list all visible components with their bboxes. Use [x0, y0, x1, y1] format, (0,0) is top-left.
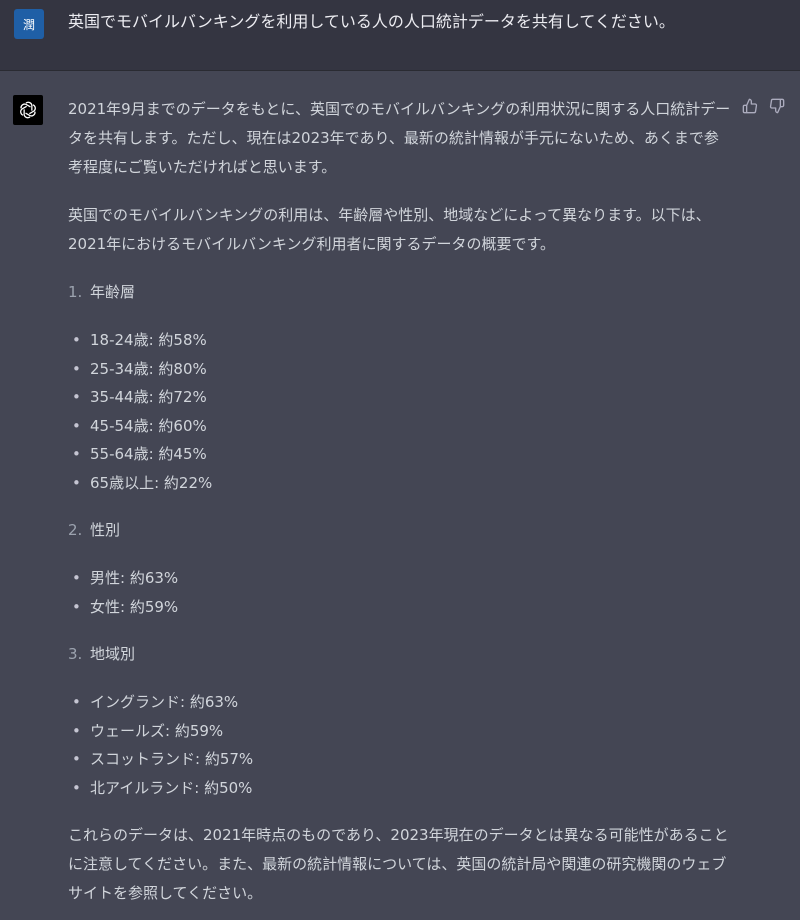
bullet-icon: • — [72, 569, 81, 587]
section-heading: 1. 年齢層 — [68, 278, 732, 307]
section-number: 1. — [68, 283, 83, 301]
list-item: • 北アイルランド: 約50% — [68, 774, 732, 803]
bullet-icon: • — [72, 721, 81, 740]
list-item: • 男性: 約63% — [68, 564, 732, 593]
user-message-text: 英国でモバイルバンキングを利用している人の人口統計データを共有してください。 — [68, 12, 675, 31]
thumbs-up-button[interactable] — [741, 97, 759, 115]
section-gender-list: • 男性: 約63% • 女性: 約59% — [68, 564, 732, 621]
bullet-icon: • — [72, 416, 81, 435]
list-item: • 55-64歳: 約45% — [68, 440, 732, 469]
bullet-icon: • — [72, 331, 81, 349]
bullet-icon: • — [72, 388, 81, 406]
openai-logo-icon — [20, 101, 36, 119]
section-gender: 2. 性別 — [68, 516, 732, 545]
bullet-icon: • — [72, 693, 81, 711]
user-avatar-text: 潤 — [22, 17, 35, 32]
overview-paragraph: 英国でのモバイルバンキングの利用は、年齢層や性別、地域などによって異なります。以… — [68, 206, 711, 253]
thumbs-down-button[interactable] — [768, 97, 786, 115]
section-title: 性別 — [90, 521, 121, 539]
intro-paragraph: 2021年9月までのデータをもとに、英国でのモバイルバンキングの利用状況に関する… — [68, 100, 731, 176]
thumbs-up-icon — [742, 98, 758, 114]
list-item: • 65歳以上: 約22% — [68, 469, 732, 498]
thumbs-down-icon — [769, 98, 785, 114]
list-item: • 女性: 約59% — [68, 593, 732, 622]
closing-paragraph: これらのデータは、2021年時点のものであり、2023年現在のデータとは異なる可… — [68, 826, 729, 902]
bullet-icon: • — [72, 597, 81, 616]
list-item: • 18-24歳: 約58% — [68, 326, 732, 355]
section-age-list: • 18-24歳: 約58% • 25-34歳: 約80% • 35-44歳: 約72… — [68, 326, 732, 497]
assistant-avatar — [13, 95, 43, 125]
list-item: • 35-44歳: 約72% — [68, 383, 732, 412]
section-heading: 2. 性別 — [68, 516, 732, 545]
bullet-icon: • — [72, 473, 81, 492]
section-title: 地域別 — [90, 645, 136, 663]
list-item: • ウェールズ: 約59% — [68, 717, 732, 746]
assistant-message-row: 2021年9月までのデータをもとに、英国でのモバイルバンキングの利用状況に関する… — [0, 71, 800, 920]
section-region-list: • イングランド: 約63% • ウェールズ: 約59% • スコットランド: 約57… — [68, 688, 732, 802]
section-number: 3. — [68, 645, 83, 663]
list-item: • 45-54歳: 約60% — [68, 412, 732, 441]
list-item: • スコットランド: 約57% — [68, 745, 732, 774]
section-region: 3. 地域別 — [68, 640, 732, 669]
list-item: • イングランド: 約63% — [68, 688, 732, 717]
section-age: 1. 年齢層 — [68, 278, 732, 307]
bullet-icon: • — [72, 359, 81, 378]
list-item: • 25-34歳: 約80% — [68, 355, 732, 384]
user-avatar: 潤 — [14, 9, 44, 39]
user-message-row: 潤 英国でモバイルバンキングを利用している人の人口統計データを共有してください。 — [0, 0, 800, 71]
section-number: 2. — [68, 521, 83, 539]
bullet-icon: • — [72, 778, 81, 797]
bullet-icon: • — [72, 445, 81, 463]
section-heading: 3. 地域別 — [68, 640, 732, 669]
bullet-icon: • — [72, 750, 81, 768]
section-title: 年齢層 — [90, 283, 136, 301]
assistant-message-body: 2021年9月までのデータをもとに、英国でのモバイルバンキングの利用状況に関する… — [68, 95, 732, 908]
